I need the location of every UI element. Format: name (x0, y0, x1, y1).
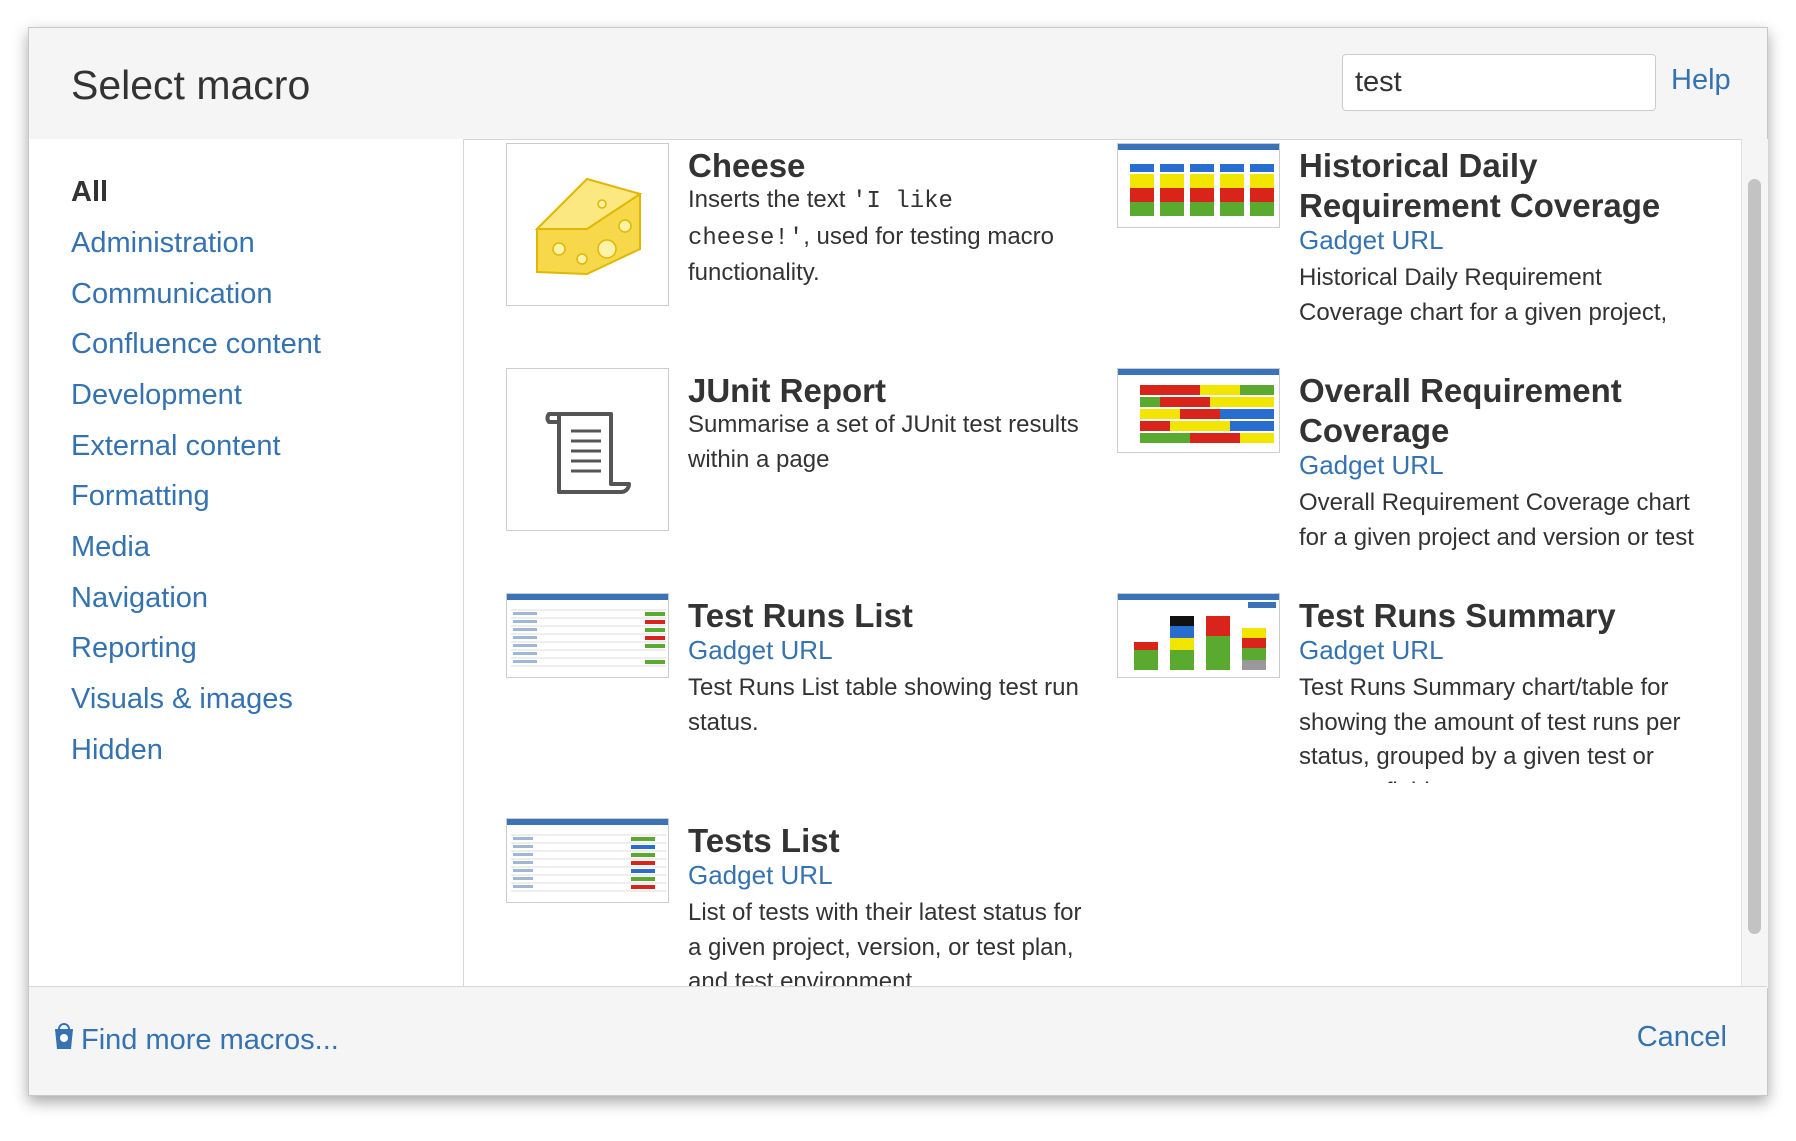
cancel-button[interactable]: Cancel (1637, 1021, 1727, 1054)
marketplace-bag-icon (53, 1021, 75, 1059)
category-development[interactable]: Development (71, 379, 242, 412)
macro-name: Test Runs Summary (1299, 597, 1616, 634)
macro-description: Test Runs List table showing test run st… (688, 674, 1079, 736)
category-visuals-images[interactable]: Visuals & images (71, 683, 293, 716)
gadget-url-link[interactable]: Gadget URL (688, 635, 833, 666)
macro-tile-test-runs-summary[interactable]: Test Runs Summary Gadget URL Test Runs S… (1117, 593, 1707, 783)
category-all[interactable]: All (71, 176, 108, 209)
category-hidden[interactable]: Hidden (71, 734, 163, 767)
macro-name: Historical Daily Requirement Coverage (1299, 147, 1661, 224)
macro-tile-historical-daily-requirement-coverage[interactable]: Historical Daily Requirement Coverage Ga… (1117, 143, 1707, 333)
macro-name: Tests List (688, 822, 840, 859)
chart-thumbnail (1117, 368, 1280, 453)
macro-description: List of tests with their latest status f… (688, 899, 1082, 988)
macro-description: Summarise a set of JUnit test results wi… (688, 411, 1079, 473)
category-navigation[interactable]: Navigation (71, 582, 208, 615)
macro-list: Cheese Inserts the text 'I like cheese!'… (464, 139, 1768, 988)
category-sidebar: All Administration Communication Conflue… (29, 139, 464, 988)
macro-description: Historical Daily Requirement Coverage ch… (1299, 264, 1668, 326)
dialog-header: Select macro Help (29, 28, 1767, 140)
scrollbar[interactable] (1741, 139, 1768, 988)
macro-name: JUnit Report (688, 372, 886, 409)
gadget-url-link[interactable]: Gadget URL (1299, 635, 1444, 666)
macro-description: Inserts the text 'I like cheese!', used … (688, 186, 1054, 286)
bar-chart-thumbnail (1117, 593, 1280, 678)
dialog-title: Select macro (71, 62, 311, 108)
scroll-icon (506, 368, 669, 531)
macro-name: Cheese (688, 147, 806, 184)
macro-name: Overall Requirement Coverage (1299, 372, 1622, 449)
category-reporting[interactable]: Reporting (71, 632, 197, 665)
macro-description: Test Runs Summary chart/table for showin… (1299, 674, 1681, 783)
table-thumbnail (506, 818, 669, 903)
category-confluence-content[interactable]: Confluence content (71, 328, 321, 361)
chart-thumbnail (1117, 143, 1280, 228)
dialog-footer: Find more macros... Cancel (29, 986, 1767, 1095)
find-more-macros-label: Find more macros... (81, 1023, 339, 1056)
category-administration[interactable]: Administration (71, 227, 255, 260)
cheese-icon (506, 143, 669, 306)
scrollbar-thumb[interactable] (1748, 179, 1761, 934)
select-macro-dialog: Select macro Help All Administration Com… (28, 27, 1768, 1096)
macro-tile-cheese[interactable]: Cheese Inserts the text 'I like cheese!'… (506, 143, 1096, 333)
category-external-content[interactable]: External content (71, 430, 281, 463)
gadget-url-link[interactable]: Gadget URL (688, 860, 833, 891)
find-more-macros-link[interactable]: Find more macros... (53, 1021, 339, 1059)
search-input[interactable] (1342, 54, 1656, 111)
macro-tile-tests-list[interactable]: Tests List Gadget URL List of tests with… (506, 818, 1096, 988)
help-link[interactable]: Help (1671, 64, 1731, 97)
macro-tile-test-runs-list[interactable]: Test Runs List Gadget URL Test Runs List… (506, 593, 1096, 783)
table-thumbnail (506, 593, 669, 678)
category-formatting[interactable]: Formatting (71, 480, 210, 513)
macro-tile-overall-requirement-coverage[interactable]: Overall Requirement Coverage Gadget URL … (1117, 368, 1707, 558)
macro-description: Overall Requirement Coverage chart for a… (1299, 489, 1694, 551)
macro-name: Test Runs List (688, 597, 913, 634)
gadget-url-link[interactable]: Gadget URL (1299, 450, 1444, 481)
macro-tile-junit-report[interactable]: JUnit Report Summarise a set of JUnit te… (506, 368, 1096, 558)
category-communication[interactable]: Communication (71, 278, 272, 311)
gadget-url-link[interactable]: Gadget URL (1299, 225, 1444, 256)
category-media[interactable]: Media (71, 531, 150, 564)
